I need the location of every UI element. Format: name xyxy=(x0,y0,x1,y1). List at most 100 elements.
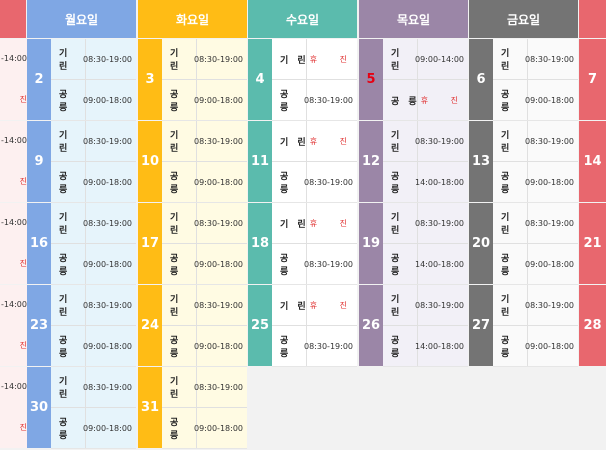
branch-row-kirin: 기 린 08:30-19:00 xyxy=(51,367,136,408)
branch-label-gongreung: 공 릉 xyxy=(501,172,513,195)
branch-label-kirin: 기 린 xyxy=(391,213,403,236)
branch-hours-kirin: 08:30-19:00 xyxy=(83,218,132,228)
saturday-date: 21 xyxy=(579,203,606,284)
branch-hours-kirin: 08:30-19:00 xyxy=(415,136,464,146)
branch-row-kirin: 기 린 08:30-19:00 xyxy=(162,203,247,244)
day-cell[interactable]: 10 기 린 08:30-19:00 공 릉 09:00-18:00 xyxy=(138,121,247,203)
branch-label-gongreung: 공 릉 xyxy=(280,172,292,195)
partial-sunday-cell: -14:00 진 xyxy=(0,367,29,448)
branch-hours-kirin: 08:30-19:00 xyxy=(194,382,243,392)
hours-panel: 기 린휴 진공 릉 08:30-19:00 xyxy=(272,39,357,121)
branch-row-gongreung: 공 릉 09:00-18:00 xyxy=(162,408,247,448)
branch-hours-gongreung: 14:00-18:00 xyxy=(415,259,464,269)
branch-row-kirin: 기 린 08:30-19:00 xyxy=(51,285,136,326)
hours-panel: 기 린 08:30-19:00 공 릉 09:00-18:00 xyxy=(162,121,247,203)
hours-panel: 기 린 08:30-19:00 공 릉 09:00-18:00 xyxy=(493,203,578,285)
date-number: 9 xyxy=(27,121,51,202)
hours-panel: 기 린 08:30-19:00 공 릉 09:00-18:00 xyxy=(162,203,247,285)
day-cell[interactable]: 12 기 린 08:30-19:00 공 릉 14:00-18:00 xyxy=(359,121,468,203)
branch-label-gongreung: 공 릉 xyxy=(59,90,71,113)
date-number: 17 xyxy=(138,203,162,284)
hours-panel: 기 린 08:30-19:00 공 릉 09:00-18:00 xyxy=(51,39,136,121)
branch-hours-gongreung: 09:00-18:00 xyxy=(525,177,574,187)
branch-label-gongreung: 공 릉 xyxy=(391,336,403,359)
branch-hours-kirin: 08:30-19:00 xyxy=(415,300,464,310)
hours-panel: 기 린 08:30-19:00 공 릉 09:00-18:00 xyxy=(51,367,136,449)
day-cell[interactable]: 2 기 린 08:30-19:00 공 릉 09:00-18:00 xyxy=(27,39,136,121)
branch-label-gongreung: 공 릉 xyxy=(280,254,292,277)
branch-row-gongreung: 공 릉 09:00-18:00 xyxy=(162,244,247,284)
date-number: 6 xyxy=(469,39,493,120)
day-cell[interactable]: 23 기 린 08:30-19:00 공 릉 09:00-18:00 xyxy=(27,285,136,367)
day-cell[interactable]: 27 기 린 08:30-19:00 공 릉 09:00-18:00 xyxy=(469,285,578,367)
day-cell[interactable]: 24 기 린 08:30-19:00 공 릉 09:00-18:00 xyxy=(138,285,247,367)
branch-label-gongreung: 공 릉 xyxy=(391,172,403,195)
branch-row-gongreung: 공 릉 09:00-18:00 xyxy=(51,326,136,366)
branch-hours-kirin: 08:30-19:00 xyxy=(525,54,574,64)
branch-row-gongreung: 공 릉 14:00-18:00 xyxy=(383,162,468,202)
branch-row-kirin: 기 린 08:30-19:00 xyxy=(383,203,468,244)
branch-label-kirin: 기 린 xyxy=(59,49,71,72)
branch-hours-gongreung: 09:00-18:00 xyxy=(525,341,574,351)
header-day-2: 수요일 xyxy=(248,0,357,38)
hours-panel: 기 린 08:30-19:00 공 릉 09:00-18:00 xyxy=(162,367,247,449)
day-cell[interactable]: 18 기 린휴 진공 릉 08:30-19:00 xyxy=(248,203,357,285)
day-cell[interactable]: 4기 린휴 진공 릉 08:30-19:00 xyxy=(248,39,357,121)
branch-hours-kirin: 08:30-19:00 xyxy=(525,218,574,228)
day-cell[interactable]: 19 기 린 08:30-19:00 공 릉 14:00-18:00 xyxy=(359,203,468,285)
saturday-date: 7 xyxy=(579,39,606,120)
day-cell[interactable]: 3 기 린 08:30-19:00 공 릉 09:00-18:00 xyxy=(138,39,247,121)
day-cell[interactable]: 13 기 린 08:30-19:00 공 릉 09:00-18:00 xyxy=(469,121,578,203)
branch-hours-kirin: 08:30-19:00 xyxy=(525,136,574,146)
branch-row-kirin: 기 린휴 진 xyxy=(272,285,357,326)
hours-panel: 기 린 08:30-19:00 공 릉 14:00-18:00 xyxy=(383,285,468,367)
day-cell[interactable]: 31 기 린 08:30-19:00 공 릉 09:00-18:00 xyxy=(138,367,247,449)
day-cell[interactable]: 26 기 린 08:30-19:00 공 릉 14:00-18:00 xyxy=(359,285,468,367)
branch-row-gongreung: 공 릉 09:00-18:00 xyxy=(51,80,136,120)
saturday-date: 14 xyxy=(579,121,606,202)
date-number: 19 xyxy=(359,203,383,284)
branch-hours-gongreung: 08:30-19:00 xyxy=(304,177,353,187)
date-number: 10 xyxy=(138,121,162,202)
branch-label-gongreung: 공 릉 xyxy=(59,254,71,277)
branch-hours-kirin: 휴 진 xyxy=(309,54,357,64)
branch-label-kirin: 기 린 xyxy=(501,131,513,154)
partial-closed: 진 xyxy=(19,258,27,268)
hours-panel: 기 린휴 진공 릉 08:30-19:00 xyxy=(272,203,357,285)
branch-label-gongreung: 공 릉 xyxy=(501,254,513,277)
partial-sunday-cell: -14:00 진 xyxy=(0,121,29,202)
branch-label-gongreung: 공 릉 xyxy=(59,172,71,195)
date-number: 30 xyxy=(27,367,51,448)
day-cell[interactable]: 25 기 린휴 진공 릉 08:30-19:00 xyxy=(248,285,357,367)
branch-row-kirin: 기 린 08:30-19:00 xyxy=(162,39,247,80)
branch-row-gongreung: 공 릉 09:00-18:00 xyxy=(162,326,247,366)
branch-row-kirin: 기 린휴 진 xyxy=(272,39,357,80)
date-number: 2 xyxy=(27,39,51,120)
branch-label-kirin: 기 린 xyxy=(170,295,182,318)
day-cell[interactable]: 16 기 린 08:30-19:00 공 릉 09:00-18:00 xyxy=(27,203,136,285)
partial-closed: 진 xyxy=(19,94,27,104)
branch-row-gongreung: 공 릉 09:00-18:00 xyxy=(493,326,578,366)
header-day-1: 화요일 xyxy=(138,0,247,38)
day-cell[interactable]: 20 기 린 08:30-19:00 공 릉 09:00-18:00 xyxy=(469,203,578,285)
day-cell[interactable]: 9 기 린 08:30-19:00 공 릉 09:00-18:00 xyxy=(27,121,136,203)
branch-row-gongreung: 공 릉 09:00-18:00 xyxy=(493,162,578,202)
day-cell[interactable]: 5 기 린 09:00-14:00 공 릉휴 진 xyxy=(359,39,468,121)
branch-hours-gongreung: 09:00-18:00 xyxy=(194,95,243,105)
day-cell[interactable]: 17 기 린 08:30-19:00 공 릉 09:00-18:00 xyxy=(138,203,247,285)
day-cell[interactable]: 30 기 린 08:30-19:00 공 릉 09:00-18:00 xyxy=(27,367,136,449)
branch-hours-kirin: 08:30-19:00 xyxy=(194,136,243,146)
branch-hours-gongreung: 09:00-18:00 xyxy=(194,177,243,187)
branch-label-kirin: 기 린 xyxy=(170,49,182,72)
hours-panel: 기 린휴 진공 릉 08:30-19:00 xyxy=(272,285,357,367)
day-cell[interactable]: 6 기 린 08:30-19:00 공 릉 09:00-18:00 xyxy=(469,39,578,121)
branch-label-kirin: 기 린 xyxy=(59,131,71,154)
branch-label-kirin: 기 린 xyxy=(170,377,182,400)
branch-row-kirin: 기 린 08:30-19:00 xyxy=(162,121,247,162)
branch-hours-gongreung: 09:00-18:00 xyxy=(83,95,132,105)
hours-panel: 기 린 09:00-14:00 공 릉휴 진 xyxy=(383,39,468,121)
branch-hours-kirin: 휴 진 xyxy=(309,300,357,310)
date-number: 24 xyxy=(138,285,162,366)
day-cell[interactable]: 11 기 린휴 진공 릉 08:30-19:00 xyxy=(248,121,357,203)
date-number: 18 xyxy=(248,203,272,284)
